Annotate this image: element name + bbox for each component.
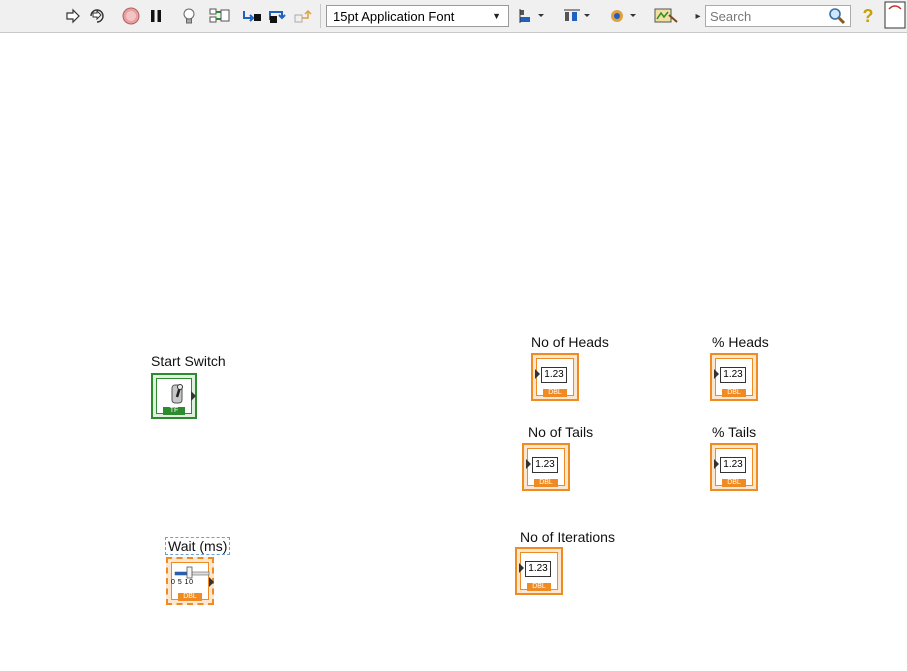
toolbar: 15pt Application Font ▼ ▸ ? <box>0 0 907 33</box>
no-of-tails-value: 1.23 <box>532 457 558 473</box>
help-icon[interactable]: ? <box>858 5 878 27</box>
input-terminal-icon <box>526 459 531 469</box>
search-icon[interactable] <box>828 7 846 25</box>
pct-heads-value: 1.23 <box>720 367 746 383</box>
reorder-icon[interactable] <box>606 5 640 27</box>
font-selector[interactable]: 15pt Application Font ▼ <box>326 5 509 27</box>
toolbar-separator <box>320 4 321 28</box>
slider-icon <box>174 566 210 579</box>
search-box[interactable] <box>705 5 851 27</box>
run-arrow-icon[interactable] <box>62 5 84 27</box>
no-of-iterations-value: 1.23 <box>525 561 551 577</box>
input-terminal-icon <box>535 369 540 379</box>
chevron-down-icon: ▼ <box>492 11 501 21</box>
output-terminal-icon <box>209 577 214 587</box>
align-objects-icon[interactable] <box>516 5 550 27</box>
pct-heads-terminal[interactable]: 1.23 DBL <box>710 353 758 401</box>
pct-heads-label: % Heads <box>712 334 769 350</box>
toolbar-overflow-icon[interactable]: ▸ <box>694 5 702 27</box>
wait-ms-label[interactable]: Wait (ms) <box>165 537 231 555</box>
toggle-switch-icon <box>171 384 183 404</box>
start-switch-terminal[interactable]: TF <box>151 373 197 419</box>
wait-ms-scale: 0 5 10 <box>171 579 194 586</box>
no-of-tails-type-tag: DBL <box>534 479 558 487</box>
highlight-execution-icon[interactable] <box>178 5 200 27</box>
start-switch-type-tag: TF <box>163 407 185 415</box>
pct-tails-value: 1.23 <box>720 457 746 473</box>
start-switch-label: Start Switch <box>151 353 226 369</box>
no-of-iterations-label: No of Iterations <box>520 529 615 545</box>
no-of-iterations-type-tag: DBL <box>527 583 551 591</box>
step-out-icon[interactable] <box>292 5 314 27</box>
step-over-icon[interactable] <box>266 5 288 27</box>
no-of-heads-terminal[interactable]: 1.23 DBL <box>531 353 579 401</box>
no-of-iterations-terminal[interactable]: 1.23 DBL <box>515 547 563 595</box>
pct-tails-type-tag: DBL <box>722 479 746 487</box>
cleanup-diagram-icon[interactable] <box>651 5 685 27</box>
font-selector-value: 15pt Application Font <box>333 8 455 24</box>
wait-ms-terminal[interactable]: 0 5 10 DBL <box>166 557 214 605</box>
search-input[interactable] <box>706 6 824 27</box>
pause-icon[interactable] <box>146 5 166 27</box>
retain-wire-values-icon[interactable] <box>208 5 232 27</box>
vi-icon <box>884 0 906 30</box>
input-terminal-icon <box>519 563 524 573</box>
no-of-heads-type-tag: DBL <box>543 389 567 397</box>
no-of-heads-value: 1.23 <box>541 367 567 383</box>
pct-tails-terminal[interactable]: 1.23 DBL <box>710 443 758 491</box>
pct-heads-type-tag: DBL <box>722 389 746 397</box>
no-of-tails-terminal[interactable]: 1.23 DBL <box>522 443 570 491</box>
no-of-tails-label: No of Tails <box>528 424 594 440</box>
output-terminal-icon <box>191 391 196 401</box>
wait-ms-type-tag: DBL <box>178 593 202 601</box>
distribute-objects-icon[interactable] <box>560 5 594 27</box>
pct-tails-label: % Tails <box>712 424 757 440</box>
input-terminal-icon <box>714 459 719 469</box>
run-continuously-icon[interactable] <box>86 5 108 27</box>
step-into-icon[interactable] <box>241 5 263 27</box>
input-terminal-icon <box>714 369 719 379</box>
no-of-heads-label: No of Heads <box>531 334 609 350</box>
abort-icon[interactable] <box>120 5 142 27</box>
